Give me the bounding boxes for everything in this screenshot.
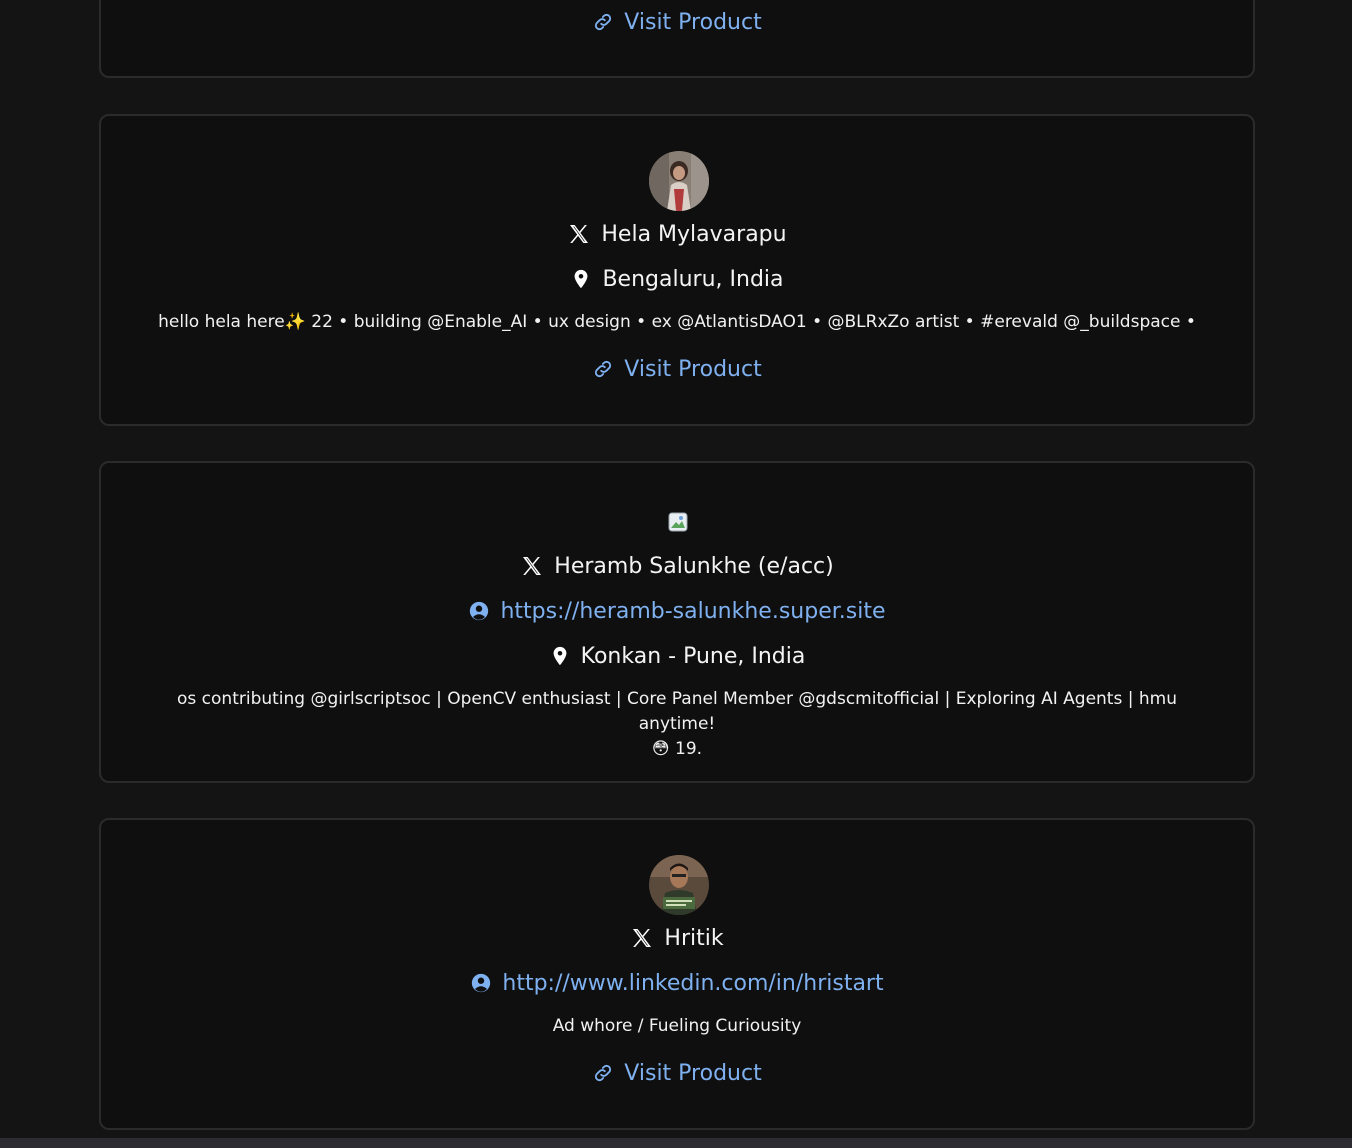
avatar — [649, 151, 709, 211]
visit-product-link[interactable]: Visit Product — [101, 353, 1253, 385]
maker-card: Hela Mylavarapu Bengaluru, India hello h… — [99, 114, 1255, 426]
website-url: http://www.linkedin.com/in/hristart — [502, 970, 884, 996]
location-text: Bengaluru, India — [602, 266, 784, 292]
maker-card: Visit Product — [99, 0, 1255, 78]
maker-name: Heramb Salunkhe (e/acc) — [554, 553, 834, 579]
link-icon — [592, 11, 614, 33]
visit-product-label: Visit Product — [624, 1060, 762, 1086]
website-link[interactable]: http://www.linkedin.com/in/hristart — [101, 967, 1253, 999]
bio-text: Ad whore / Fueling Curiousity — [552, 1016, 802, 1036]
website-link[interactable]: https://heramb-salunkhe.super.site — [101, 595, 1253, 627]
location-pin-icon — [549, 645, 571, 667]
location-row: Konkan - Pune, India — [101, 640, 1253, 672]
x-logo-icon[interactable] — [520, 554, 544, 578]
visit-product-label: Visit Product — [624, 356, 762, 382]
maker-name-row: Hela Mylavarapu — [101, 218, 1253, 250]
visit-product-label: Visit Product — [624, 9, 762, 35]
bio-line: os contributing @girlscriptsoc | OpenCV … — [177, 689, 1177, 734]
visit-product-link[interactable]: Visit Product — [101, 6, 1253, 38]
link-icon — [592, 358, 614, 380]
bio-text: hello hela here✨ 22 • building @Enable_A… — [158, 312, 1196, 332]
maker-name-row: Hritik — [101, 922, 1253, 954]
location-pin-icon — [570, 268, 592, 290]
maker-card: Heramb Salunkhe (e/acc) https://heramb-s… — [99, 461, 1255, 783]
maker-list-page: Visit Product Hela Mylavarapu Bengaluru,… — [0, 0, 1352, 1148]
bio-text: os contributing @girlscriptsoc | OpenCV … — [141, 687, 1213, 762]
maker-name: Hritik — [664, 925, 724, 951]
broken-image-icon — [668, 512, 688, 532]
avatar — [649, 855, 709, 915]
horizontal-scrollbar[interactable] — [0, 1138, 1352, 1148]
user-circle-icon — [470, 972, 492, 994]
maker-name-row: Heramb Salunkhe (e/acc) — [101, 550, 1253, 582]
location-row: Bengaluru, India — [101, 263, 1253, 295]
link-icon — [592, 1062, 614, 1084]
bio-line: 😳 19. — [651, 739, 703, 759]
x-logo-icon[interactable] — [630, 926, 654, 950]
user-circle-icon — [468, 600, 490, 622]
location-text: Konkan - Pune, India — [580, 643, 806, 669]
website-url: https://heramb-salunkhe.super.site — [500, 598, 886, 624]
maker-name: Hela Mylavarapu — [601, 221, 787, 247]
x-logo-icon[interactable] — [567, 222, 591, 246]
visit-product-link[interactable]: Visit Product — [101, 1057, 1253, 1089]
maker-card: Hritik http://www.linkedin.com/in/hrista… — [99, 818, 1255, 1130]
